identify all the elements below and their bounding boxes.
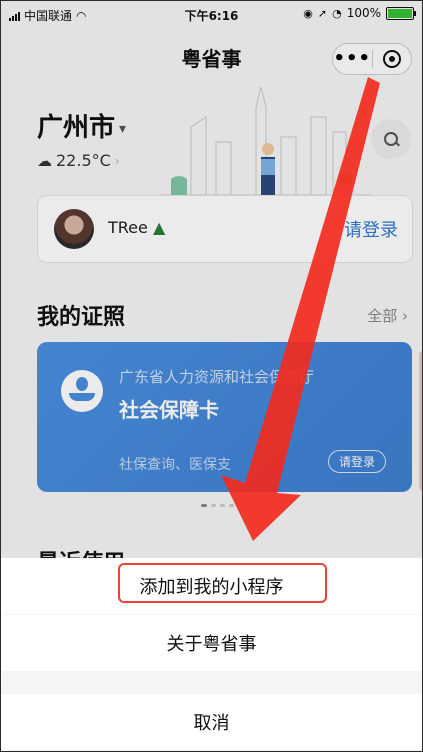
- highlight-box: [118, 563, 327, 603]
- phone-screen: 中国联通 ◠ 下午6:16 ◉ ➚ ◔ 100% 粤省事 ••• 广州市 ▾ ☁…: [0, 0, 423, 752]
- cancel-button[interactable]: 取消: [1, 694, 422, 750]
- about-option[interactable]: 关于粤省事: [1, 615, 422, 671]
